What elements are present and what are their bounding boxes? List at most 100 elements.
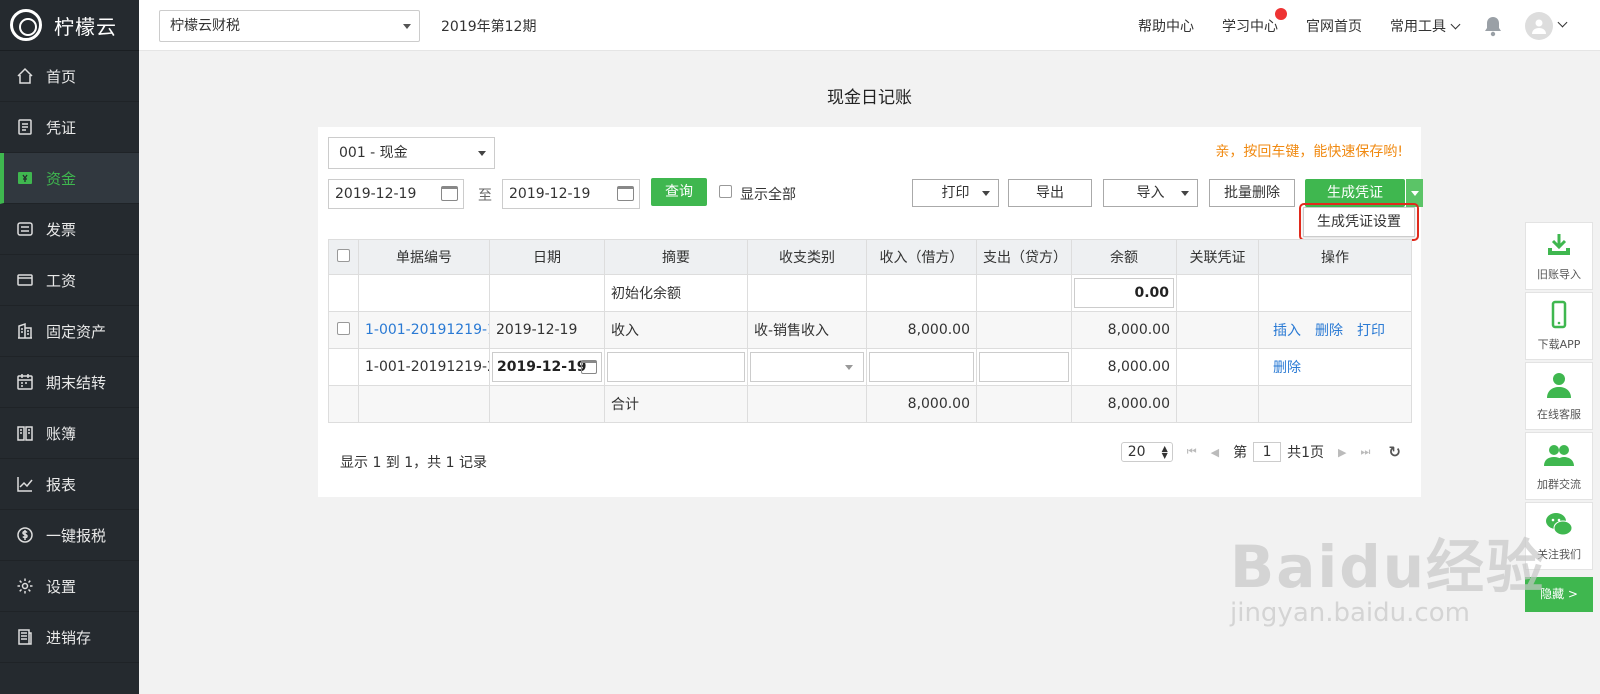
brand[interactable]: 柠檬云 [0, 0, 139, 51]
initial-balance-input[interactable]: 0.00 [1074, 278, 1174, 308]
chevron-down-icon [1450, 19, 1461, 29]
date-from-input[interactable]: 2019-12-19 [328, 179, 464, 209]
import-label: 导入 [1136, 185, 1165, 201]
row-actions: 删除 [1258, 348, 1412, 386]
delete-link[interactable]: 删除 [1273, 360, 1301, 376]
import-dropdown-button[interactable]: 导入 [1103, 179, 1198, 207]
row-summary-input[interactable] [607, 352, 745, 382]
page-number-input[interactable]: 1 [1253, 442, 1282, 462]
next-page-icon[interactable]: ▶ [1338, 446, 1346, 459]
company-select-value: 柠檬云财税 [170, 18, 240, 34]
calendar-icon[interactable] [581, 360, 597, 374]
record-count: 显示 1 到 1，共 1 记录 [340, 455, 487, 471]
sidebar-item-label: 凭证 [46, 118, 77, 137]
table-row: 1-001-20191219-1 2019-12-19 收入 收-销售收入 8,… [328, 311, 1412, 349]
account-select[interactable]: 001 - 现金 [328, 137, 495, 169]
avatar[interactable] [1525, 11, 1553, 40]
col-date: 日期 [489, 239, 605, 275]
sidebar-item-period-close[interactable]: 期末结转 [0, 357, 139, 408]
enter-save-tip: 亲，按回车键，能快速保存哟! [1215, 144, 1403, 160]
topbar: 柠檬云财税 2019年第12期 帮助中心 学习中心 官网首页 常用工具 [139, 0, 1600, 51]
download-tray-icon [1548, 234, 1570, 255]
last-page-icon[interactable]: ⏭ [1361, 445, 1371, 459]
gear-icon [16, 577, 34, 595]
sidebar-item-label: 设置 [46, 577, 77, 596]
sidebar-item-label: 资金 [46, 169, 77, 188]
sidebar-item-ledger[interactable]: 账簿 [0, 408, 139, 459]
user-icon [1532, 19, 1546, 34]
select-all-checkbox[interactable] [337, 248, 350, 262]
sidebar-item-label: 报表 [46, 475, 77, 494]
common-tools-menu[interactable]: 常用工具 [1390, 16, 1461, 36]
refresh-icon[interactable]: ↻ [1388, 443, 1401, 461]
batch-delete-button[interactable]: 批量删除 [1209, 179, 1295, 207]
insert-link[interactable]: 插入 [1273, 323, 1301, 339]
print-dropdown-button[interactable]: 打印 [912, 179, 999, 207]
sidebar: 柠檬云 首页 凭证 资金 发票 工资 固定资产 期末结转 账簿 报表 一键报税 [0, 0, 139, 694]
calendar-icon [16, 373, 34, 391]
summary-cell: 收入 [604, 311, 748, 349]
sidebar-item-label: 工资 [46, 271, 77, 290]
official-site-link[interactable]: 官网首页 [1306, 16, 1362, 36]
learning-center-label: 学习中心 [1222, 18, 1278, 35]
print-link[interactable]: 打印 [1357, 323, 1385, 339]
old-ledger-import-button[interactable]: 旧账导入 [1525, 222, 1593, 290]
company-select[interactable]: 柠檬云财税 [159, 10, 420, 42]
sidebar-item-settings[interactable]: 设置 [0, 561, 139, 612]
sidebar-item-funds[interactable]: 资金 [0, 153, 139, 204]
doc-no-link[interactable]: 1-001-20191219-1 [358, 311, 490, 349]
sidebar-item-invoice[interactable]: 发票 [0, 204, 139, 255]
summary-cell: 初始化余额 [604, 274, 748, 312]
lemon-logo-icon [10, 9, 42, 41]
cash-journal-table: 单据编号 日期 摘要 收支类别 收入（借方） 支出（贷方） 余额 关联凭证 操作… [328, 239, 1412, 423]
online-support-button[interactable]: 在线客服 [1525, 362, 1593, 430]
sidebar-item-fixed-assets[interactable]: 固定资产 [0, 306, 139, 357]
bell-icon[interactable] [1483, 15, 1503, 37]
chevron-down-icon[interactable] [1557, 17, 1568, 28]
delete-link[interactable]: 删除 [1315, 323, 1343, 339]
page-title: 现金日记账 [827, 88, 912, 108]
date-cell: 2019-12-19 [489, 311, 605, 349]
mobile-phone-icon [1551, 300, 1567, 329]
row-expense-input[interactable] [979, 352, 1069, 382]
voucher-icon [16, 118, 34, 136]
show-all-checkbox[interactable] [719, 185, 732, 198]
col-expense: 支出（贷方） [976, 239, 1072, 275]
sidebar-item-inventory[interactable]: 进销存 [0, 612, 139, 663]
sidebar-item-voucher[interactable]: 凭证 [0, 102, 139, 153]
date-from-value: 2019-12-19 [335, 186, 417, 202]
prev-page-icon[interactable]: ◀ [1211, 446, 1219, 459]
sidebar-item-tax[interactable]: 一键报税 [0, 510, 139, 561]
sidebar-item-salary[interactable]: 工资 [0, 255, 139, 306]
sidebar-item-label: 发票 [46, 220, 77, 239]
join-group-button[interactable]: 加群交流 [1525, 432, 1593, 500]
sidebar-item-home[interactable]: 首页 [0, 51, 139, 102]
row-income-input[interactable] [869, 352, 974, 382]
caret-down-icon [845, 365, 853, 370]
table-header: 单据编号 日期 摘要 收支类别 收入（借方） 支出（贷方） 余额 关联凭证 操作 [328, 239, 1412, 275]
export-button[interactable]: 导出 [1008, 179, 1092, 207]
page-size-value: 20 [1127, 444, 1146, 460]
float-item-label: 下载APP [1537, 338, 1581, 351]
row-date-input[interactable]: 2019-12-19 [492, 352, 602, 382]
learning-center-link[interactable]: 学习中心 [1222, 7, 1287, 36]
first-page-icon[interactable]: ⏮ [1187, 445, 1197, 459]
page-size-select[interactable]: 20 ▲ ▼ [1120, 442, 1173, 462]
cash-journal-panel: 001 - 现金 亲，按回车键，能快速保存哟! 2019-12-19 至 201… [318, 127, 1423, 497]
date-range-separator: 至 [478, 188, 492, 204]
sidebar-item-label: 账簿 [46, 424, 77, 443]
balance-cell: 8,000.00 [1071, 348, 1177, 386]
date-to-value: 2019-12-19 [509, 186, 591, 202]
query-button[interactable]: 查询 [651, 178, 707, 206]
calendar-icon[interactable] [441, 186, 458, 201]
row-category-select[interactable] [750, 352, 864, 382]
calendar-icon[interactable] [617, 186, 634, 201]
date-to-input[interactable]: 2019-12-19 [502, 179, 640, 209]
col-summary: 摘要 [604, 239, 748, 275]
row-checkbox[interactable] [337, 321, 350, 335]
download-app-button[interactable]: 下载APP [1525, 292, 1593, 360]
select-all-cell[interactable] [328, 239, 359, 275]
account-select-value: 001 - 现金 [339, 145, 408, 161]
sidebar-item-reports[interactable]: 报表 [0, 459, 139, 510]
help-center-link[interactable]: 帮助中心 [1138, 16, 1194, 36]
